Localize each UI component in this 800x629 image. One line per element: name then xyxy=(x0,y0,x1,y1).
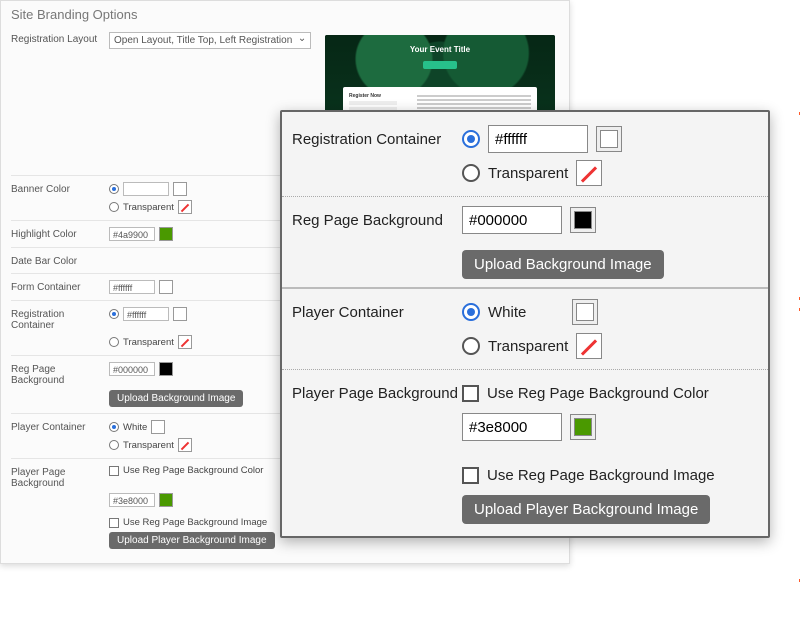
upload-player-bg-image-button-fg[interactable]: Upload Player Background Image xyxy=(462,495,710,524)
registration-layout-select[interactable]: Open Layout, Title Top, Left Registratio… xyxy=(109,32,311,49)
player-container-white-swatch-bg[interactable] xyxy=(151,420,165,434)
reg-container-radio-transparent-fg[interactable] xyxy=(462,164,480,182)
player-container-white-label-fg: White xyxy=(488,304,526,321)
upload-player-bg-image-button-bg[interactable]: Upload Player Background Image xyxy=(109,532,275,549)
player-container-transparent-swatch-bg xyxy=(178,438,192,452)
reg-container-label-fg: Registration Container xyxy=(292,131,462,148)
player-container-transparent-swatch-fg xyxy=(576,333,602,359)
use-reg-bg-color-label-bg: Use Reg Page Background Color xyxy=(123,465,263,476)
player-page-bg-input-fg[interactable] xyxy=(462,413,562,441)
use-reg-bg-image-label-bg: Use Reg Page Background Image xyxy=(123,517,267,528)
upload-bg-image-button[interactable]: Upload Background Image xyxy=(109,390,243,407)
reg-page-bg-label: Reg Page Background xyxy=(11,362,109,386)
reg-page-bg-swatch[interactable] xyxy=(159,362,173,376)
player-container-white-swatch-fg[interactable] xyxy=(572,299,598,325)
player-container-transparent-label-fg: Transparent xyxy=(488,338,568,355)
upload-bg-image-button-fg[interactable]: Upload Background Image xyxy=(462,250,664,279)
reg-container-label: Registration Container xyxy=(11,307,109,331)
preview-register-button xyxy=(423,61,457,69)
player-container-radio-white-bg[interactable] xyxy=(109,422,119,432)
reg-container-transparent-label: Transparent xyxy=(123,337,174,348)
banner-color-radio-transparent[interactable] xyxy=(109,202,119,212)
reg-page-bg-label-fg: Reg Page Background xyxy=(292,212,462,229)
reg-container-swatch-fg[interactable] xyxy=(596,126,622,152)
highlight-color-label: Highlight Color xyxy=(11,227,109,240)
reg-page-bg-input-fg[interactable] xyxy=(462,206,562,234)
reg-container-transparent-swatch xyxy=(178,335,192,349)
banner-transparent-swatch xyxy=(178,200,192,214)
player-page-bg-label-bg: Player Page Background xyxy=(11,465,109,489)
preview-event-title: Your Event Title xyxy=(325,45,555,54)
player-container-radio-transparent-bg[interactable] xyxy=(109,440,119,450)
player-container-radio-white-fg[interactable] xyxy=(462,303,480,321)
player-container-label-fg: Player Container xyxy=(292,304,462,321)
banner-color-radio-color[interactable] xyxy=(109,184,119,194)
form-container-input[interactable]: #ffffff xyxy=(109,280,155,294)
reg-container-transparent-swatch-fg xyxy=(576,160,602,186)
use-reg-bg-color-checkbox-fg[interactable] xyxy=(462,385,479,402)
reg-page-bg-swatch-fg[interactable] xyxy=(570,207,596,233)
banner-transparent-label: Transparent xyxy=(123,202,174,213)
use-reg-bg-image-checkbox-fg[interactable] xyxy=(462,467,479,484)
reg-container-input-fg[interactable] xyxy=(488,125,588,153)
player-container-white-label-bg: White xyxy=(123,422,147,433)
banner-color-input[interactable] xyxy=(123,182,169,196)
use-reg-bg-image-label-fg: Use Reg Page Background Image xyxy=(487,467,715,484)
highlight-color-swatch[interactable] xyxy=(159,227,173,241)
player-page-bg-swatch-fg[interactable] xyxy=(570,414,596,440)
reg-container-transparent-label-fg: Transparent xyxy=(488,165,568,182)
player-page-bg-swatch-bg[interactable] xyxy=(159,493,173,507)
player-page-bg-input-bg[interactable]: #3e8000 xyxy=(109,493,155,507)
reg-container-radio-color-fg[interactable] xyxy=(462,130,480,148)
reg-container-swatch[interactable] xyxy=(173,307,187,321)
use-reg-bg-color-checkbox-bg[interactable] xyxy=(109,466,119,476)
highlight-color-input[interactable]: #4a9900 xyxy=(109,227,155,241)
player-container-transparent-label-bg: Transparent xyxy=(123,440,174,451)
banner-color-label: Banner Color xyxy=(11,182,109,195)
reg-container-radio-transparent[interactable] xyxy=(109,337,119,347)
preview-form-title: Register Now xyxy=(349,93,409,99)
player-container-label-bg: Player Container xyxy=(11,420,109,433)
form-container-swatch[interactable] xyxy=(159,280,173,294)
player-page-bg-label-fg: Player Page Background xyxy=(292,385,462,402)
zoom-panel: Registration Container Transparent Reg P… xyxy=(280,110,770,538)
form-container-label: Form Container xyxy=(11,280,109,293)
panel-title: Site Branding Options xyxy=(11,7,559,22)
use-reg-bg-image-checkbox-bg[interactable] xyxy=(109,518,119,528)
reg-container-radio-color[interactable] xyxy=(109,309,119,319)
banner-color-swatch[interactable] xyxy=(173,182,187,196)
registration-layout-value: Open Layout, Title Top, Left Registratio… xyxy=(114,35,292,46)
reg-container-input[interactable]: #ffffff xyxy=(123,307,169,321)
registration-layout-label: Registration Layout xyxy=(11,32,109,45)
use-reg-bg-color-label-fg: Use Reg Page Background Color xyxy=(487,385,709,402)
player-container-radio-transparent-fg[interactable] xyxy=(462,337,480,355)
reg-page-bg-input[interactable]: #000000 xyxy=(109,362,155,376)
date-bar-color-label: Date Bar Color xyxy=(11,254,109,267)
